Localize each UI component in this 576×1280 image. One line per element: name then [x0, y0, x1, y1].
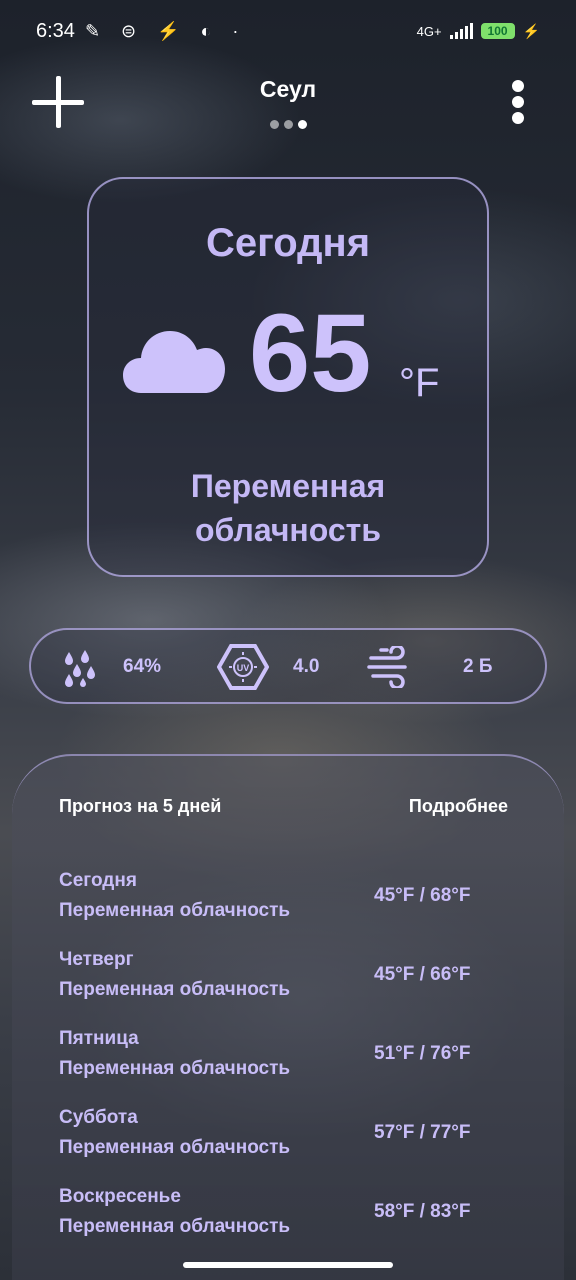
forecast-header: Прогноз на 5 дней Подробнее	[59, 796, 508, 817]
status-bar-right: 4G+ 100 ⚡	[417, 23, 540, 40]
forecast-temps: 45°F / 68°F	[374, 885, 471, 906]
wind-icon	[367, 646, 407, 688]
temperature-unit: °F	[399, 361, 440, 405]
battery-icon: 100	[480, 23, 515, 39]
forecast-row[interactable]: Пятница Переменная облачность 51°F / 76°…	[59, 1028, 499, 1088]
today-title: Сегодня	[205, 221, 371, 265]
today-card: Сегодня 65 °F Переменная облачность	[87, 177, 489, 577]
home-indicator[interactable]	[183, 1262, 393, 1268]
more-dot	[512, 112, 524, 124]
more-vertical-icon	[512, 80, 524, 92]
humidity-icon	[65, 650, 95, 687]
forecast-temps: 58°F / 83°F	[374, 1201, 471, 1222]
battery-level: 100	[487, 24, 508, 38]
forecast-day: Сегодня	[59, 870, 137, 891]
forecast-panel: Прогноз на 5 дней Подробнее Сегодня Пере…	[12, 754, 564, 1280]
more-menu-button[interactable]	[510, 80, 526, 124]
page-dot	[269, 120, 279, 129]
forecast-title: Прогноз на 5 дней	[59, 796, 222, 816]
forecast-temps: 45°F / 66°F	[374, 964, 471, 985]
page-dot-active	[297, 120, 307, 129]
page-indicator	[0, 120, 576, 129]
cloud-icon	[123, 331, 225, 393]
forecast-condition: Переменная облачность	[59, 1058, 291, 1079]
more-details-link[interactable]: Подробнее	[409, 796, 508, 817]
page-dot	[283, 120, 293, 129]
charging-icon: ⚡	[522, 22, 540, 39]
more-dot	[512, 96, 524, 108]
weather-description: Переменная облачность	[190, 468, 386, 548]
forecast-day: Суббота	[59, 1107, 138, 1128]
city-name: Сеул	[259, 76, 317, 102]
signal-icon	[449, 23, 473, 39]
forecast-condition: Переменная облачность	[59, 1137, 291, 1158]
forecast-condition: Переменная облачность	[59, 1216, 291, 1237]
forecast-day: Четверг	[59, 949, 134, 970]
uv-value: 4.0	[293, 656, 320, 677]
forecast-row[interactable]: Суббота Переменная облачность 57°F / 77°…	[59, 1107, 499, 1167]
forecast-temps: 57°F / 77°F	[374, 1122, 471, 1143]
uv-icon: UV	[217, 644, 269, 690]
wind-value: 2 Б	[463, 656, 493, 677]
stats-bar: 64% UV 4.0 2 Б	[29, 628, 547, 704]
notification-icons: ✎ ⊜ ⚡ ◐ ·	[84, 20, 247, 41]
header: Сеул	[0, 70, 576, 140]
current-temperature: 65	[249, 292, 372, 415]
svg-text:UV: UV	[237, 663, 250, 673]
status-bar-left: 6:34 ✎ ⊜ ⚡ ◐ ·	[36, 20, 246, 43]
forecast-row[interactable]: Четверг Переменная облачность 45°F / 66°…	[59, 949, 499, 1009]
forecast-condition: Переменная облачность	[59, 900, 291, 921]
network-type: 4G+	[416, 23, 442, 39]
forecast-day: Пятница	[59, 1028, 139, 1049]
forecast-row[interactable]: Сегодня Переменная облачность 45°F / 68°…	[59, 870, 499, 930]
humidity-value: 64%	[123, 656, 162, 677]
forecast-day: Воскресенье	[59, 1186, 181, 1207]
status-bar: 6:34 ✎ ⊜ ⚡ ◐ · 4G+ 100 ⚡	[0, 0, 576, 62]
forecast-row[interactable]: Воскресенье Переменная облачность 58°F /…	[59, 1186, 499, 1246]
forecast-temps: 51°F / 76°F	[374, 1043, 471, 1064]
forecast-condition: Переменная облачность	[59, 979, 291, 1000]
clock: 6:34	[36, 19, 75, 42]
